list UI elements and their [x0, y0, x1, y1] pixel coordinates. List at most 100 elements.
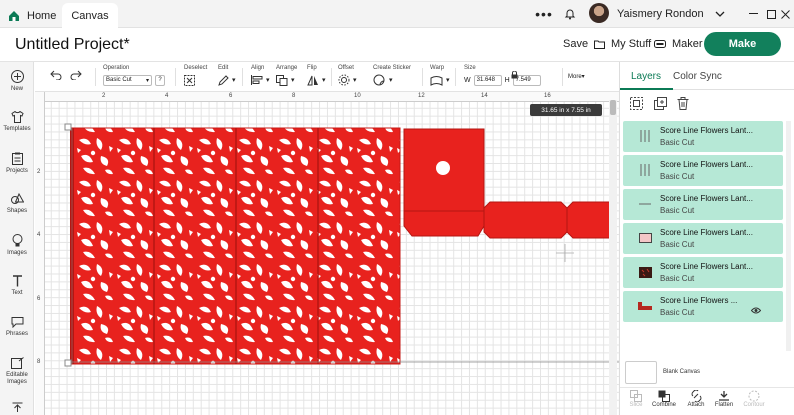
design-canvas[interactable] — [35, 92, 619, 415]
ruler-top: 2 4 6 8 10 12 14 16 — [35, 92, 619, 102]
list-item[interactable]: Score Line Flowers ... Basic Cut — [623, 291, 783, 322]
combine-button[interactable]: Combine — [650, 390, 678, 408]
selection-handle[interactable] — [64, 123, 72, 131]
layer-name: Score Line Flowers Lant... — [660, 262, 753, 271]
sidebar-item-templates[interactable]: Templates — [0, 105, 34, 143]
attach-button[interactable]: Attach — [682, 390, 710, 408]
sidebar-item-images[interactable]: Images — [0, 228, 34, 266]
save-button[interactable]: Save — [563, 38, 588, 50]
minimize-icon[interactable] — [746, 0, 760, 28]
group-icon[interactable] — [630, 97, 643, 115]
maker-button[interactable]: Maker — [654, 38, 703, 50]
layer-name: Score Line Flowers Lant... — [660, 126, 753, 135]
tab-canvas[interactable]: Canvas — [62, 3, 118, 28]
eye-icon[interactable] — [750, 301, 762, 319]
lantern-panels[interactable] — [70, 127, 401, 365]
caret-down-icon: ▾ — [145, 77, 149, 84]
canvas-scrollbar[interactable] — [609, 100, 617, 415]
score-line-horizontal-icon — [638, 197, 652, 211]
create-sticker-label: Create Sticker — [373, 65, 412, 71]
deselect-button[interactable]: Deselect — [184, 65, 207, 87]
layers-panel: Layers Color Sync Score Line Flowers Lan… — [619, 62, 794, 415]
operation-select[interactable]: Basic Cut ▾ — [103, 74, 152, 86]
delete-icon[interactable] — [677, 97, 689, 115]
ruler-tick-label: 4 — [37, 232, 41, 238]
sticker-icon — [373, 74, 385, 86]
list-item[interactable]: Score Line Flowers Lant... Basic Cut — [623, 223, 783, 254]
layer-actions — [620, 92, 794, 116]
warp-button[interactable]: Warp ▾ — [430, 65, 450, 87]
list-item[interactable]: Score Line Flowers Lant... Basic Cut — [623, 155, 783, 186]
lock-icon[interactable] — [511, 66, 518, 84]
size-group: Size W 31.648 H 7.549 — [464, 65, 541, 87]
tab-canvas-label: Canvas — [71, 9, 109, 22]
flip-button[interactable]: Flip ▾ — [307, 65, 326, 87]
width-prefix: W — [464, 76, 471, 84]
flatten-button[interactable]: Flatten — [710, 390, 738, 408]
machine-icon — [654, 40, 666, 48]
caret-down-icon: ▾ — [266, 77, 270, 84]
lantern-box-pieces[interactable] — [403, 128, 611, 239]
width-input[interactable]: 31.648 — [473, 74, 502, 86]
bulb-icon — [12, 234, 22, 247]
sidebar-item-editable-images[interactable]: Editable Images — [0, 351, 34, 399]
sidebar-item-upload[interactable] — [0, 396, 34, 415]
caret-down-icon: ▾ — [389, 77, 393, 84]
warp-label: Warp — [430, 65, 445, 71]
bell-icon[interactable] — [562, 0, 578, 28]
folder-icon — [594, 40, 605, 49]
operation-help-icon[interactable]: ? — [155, 74, 165, 86]
project-title[interactable]: Untitled Project* — [15, 36, 130, 54]
offset-button[interactable]: Offset ▾ — [338, 65, 357, 87]
align-button[interactable]: Align ▾ — [251, 65, 270, 87]
layer-list: Score Line Flowers Lant... Basic Cut Sco… — [623, 121, 787, 381]
combine-icon — [658, 390, 670, 402]
sidebar-item-phrases[interactable]: Phrases — [0, 310, 34, 348]
sidebar-item-projects[interactable]: Projects — [0, 146, 34, 184]
chevron-down-icon[interactable] — [714, 0, 726, 28]
sidebar-item-new[interactable]: New — [0, 64, 34, 102]
list-item[interactable]: Score Line Flowers Lant... Basic Cut — [623, 189, 783, 220]
attach-label: Attach — [687, 402, 705, 408]
tab-home[interactable]: Home — [8, 3, 62, 28]
sidebar-item-label: Phrases — [5, 331, 28, 337]
toolbar-divider — [562, 68, 563, 86]
redo-button[interactable] — [70, 70, 82, 80]
selection-handle[interactable] — [64, 359, 72, 367]
arrange-button[interactable]: Arrange ▾ — [276, 65, 297, 87]
layers-scrollbar[interactable] — [786, 121, 791, 351]
blank-canvas-swatch[interactable] — [625, 361, 657, 384]
undo-icon — [50, 70, 62, 80]
sidebar-item-shapes[interactable]: Shapes — [0, 187, 34, 225]
ruler-tick-label: 2 — [37, 169, 41, 175]
avatar[interactable] — [589, 3, 609, 23]
blank-canvas-label: Blank Canvas — [663, 369, 701, 375]
more-button[interactable]: More▾ — [568, 73, 585, 80]
operation-value: Basic Cut — [106, 77, 132, 83]
scroll-thumb[interactable] — [610, 100, 616, 115]
layer-name: Score Line Flowers Lant... — [660, 160, 753, 169]
maximize-icon[interactable] — [765, 0, 777, 28]
list-item[interactable]: Score Line Flowers Lant... Basic Cut — [623, 257, 783, 288]
more-options-icon[interactable]: ••• — [535, 0, 552, 28]
caret-down-icon: ▾ — [446, 77, 450, 84]
toolbar-divider — [455, 68, 456, 86]
username[interactable]: Yaismery Rondon — [617, 0, 704, 28]
duplicate-icon[interactable] — [654, 97, 667, 115]
align-label: Align — [251, 65, 265, 71]
edit-button[interactable]: Edit ▾ — [218, 65, 236, 87]
shirt-icon — [10, 111, 24, 123]
contour-button[interactable]: Contour — [740, 390, 768, 408]
ruler-tick-label: 16 — [544, 93, 551, 99]
slice-button[interactable]: Slice — [622, 390, 650, 408]
list-item[interactable]: Score Line Flowers Lant... Basic Cut — [623, 121, 783, 152]
tab-layers[interactable]: Layers — [631, 71, 661, 82]
create-sticker-button[interactable]: Create Sticker ▾ — [373, 65, 411, 87]
make-button[interactable]: Make — [704, 32, 781, 56]
my-stuff-button[interactable]: My Stuff — [594, 38, 651, 50]
toolbar-divider — [331, 68, 332, 86]
undo-button[interactable] — [50, 70, 62, 80]
close-icon[interactable] — [779, 0, 791, 28]
tab-color-sync[interactable]: Color Sync — [673, 71, 722, 82]
sidebar-item-text[interactable]: Text — [0, 269, 34, 307]
